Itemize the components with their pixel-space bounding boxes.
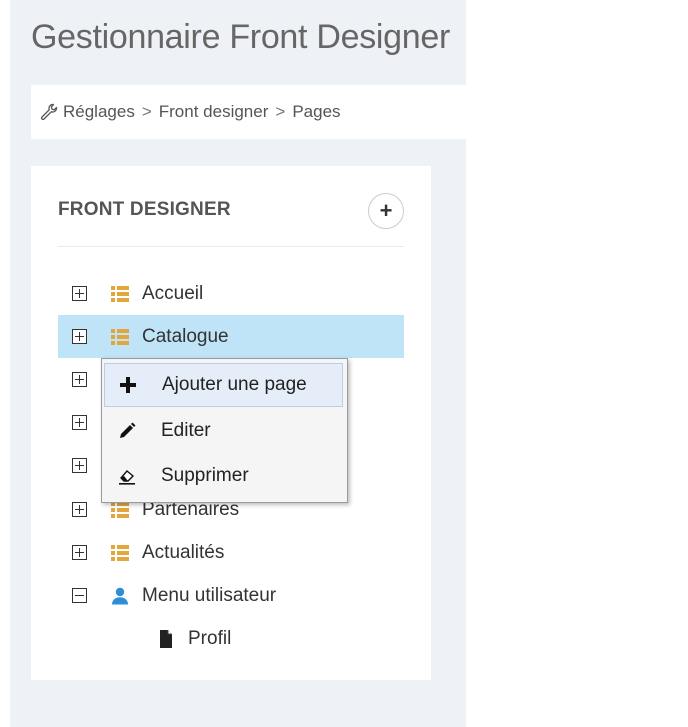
tree-node-actualites[interactable]: Actualités xyxy=(58,531,404,574)
menu-item-label: Ajouter une page xyxy=(162,374,307,395)
menu-item-add-page[interactable]: Ajouter une page xyxy=(104,363,343,407)
tree-node-label: Actualités xyxy=(142,541,225,563)
page-title: Gestionnaire Front Designer xyxy=(31,18,450,56)
tree-node-catalogue[interactable]: Catalogue xyxy=(58,315,404,358)
expand-toggle[interactable] xyxy=(72,545,87,560)
plus-icon xyxy=(120,377,136,393)
tree-node-menu-utilisateur[interactable]: Menu utilisateur xyxy=(58,574,404,617)
pencil-icon xyxy=(120,422,136,438)
expand-toggle[interactable] xyxy=(72,502,87,517)
breadcrumb: Réglages > Front designer > Pages xyxy=(31,85,466,139)
menu-item-delete[interactable]: Supprimer xyxy=(104,454,343,498)
tree-node-label: Profil xyxy=(188,627,232,649)
breadcrumb-item-front-designer[interactable]: Front designer xyxy=(159,102,269,122)
eraser-icon xyxy=(119,470,135,485)
menu-item-edit[interactable]: Editer xyxy=(104,409,343,453)
expand-toggle[interactable] xyxy=(72,372,87,387)
expand-toggle[interactable] xyxy=(72,415,87,430)
menu-item-label: Supprimer xyxy=(161,465,249,486)
list-icon xyxy=(111,328,129,345)
breadcrumb-item-pages: Pages xyxy=(292,102,341,121)
tree-node-profil[interactable]: Profil xyxy=(58,617,404,660)
user-icon xyxy=(112,587,128,604)
menu-item-label: Editer xyxy=(161,420,211,441)
breadcrumb-item-reglages[interactable]: Réglages xyxy=(63,102,135,122)
plus-icon: + xyxy=(379,198,393,223)
expand-toggle[interactable] xyxy=(72,286,87,301)
file-icon xyxy=(160,629,172,648)
portlet-title: FRONT DESIGNER xyxy=(58,199,231,220)
list-icon xyxy=(111,501,129,518)
context-menu: Ajouter une page Editer Supprimer xyxy=(101,358,348,503)
expand-toggle[interactable] xyxy=(72,329,87,344)
list-icon xyxy=(111,285,129,302)
breadcrumb-separator: > xyxy=(141,102,152,121)
tree-node-accueil[interactable]: Accueil xyxy=(58,272,404,315)
tree-node-label: Accueil xyxy=(142,282,204,304)
tree-node-label: Catalogue xyxy=(142,325,229,347)
breadcrumb-separator: > xyxy=(275,102,286,121)
add-page-button[interactable]: + xyxy=(368,193,404,229)
portlet-divider xyxy=(58,246,404,247)
expand-toggle[interactable] xyxy=(72,458,87,473)
tree-node-label: Menu utilisateur xyxy=(142,584,277,606)
collapse-toggle[interactable] xyxy=(72,588,87,603)
wrench-icon xyxy=(40,103,58,121)
list-icon xyxy=(111,544,129,561)
